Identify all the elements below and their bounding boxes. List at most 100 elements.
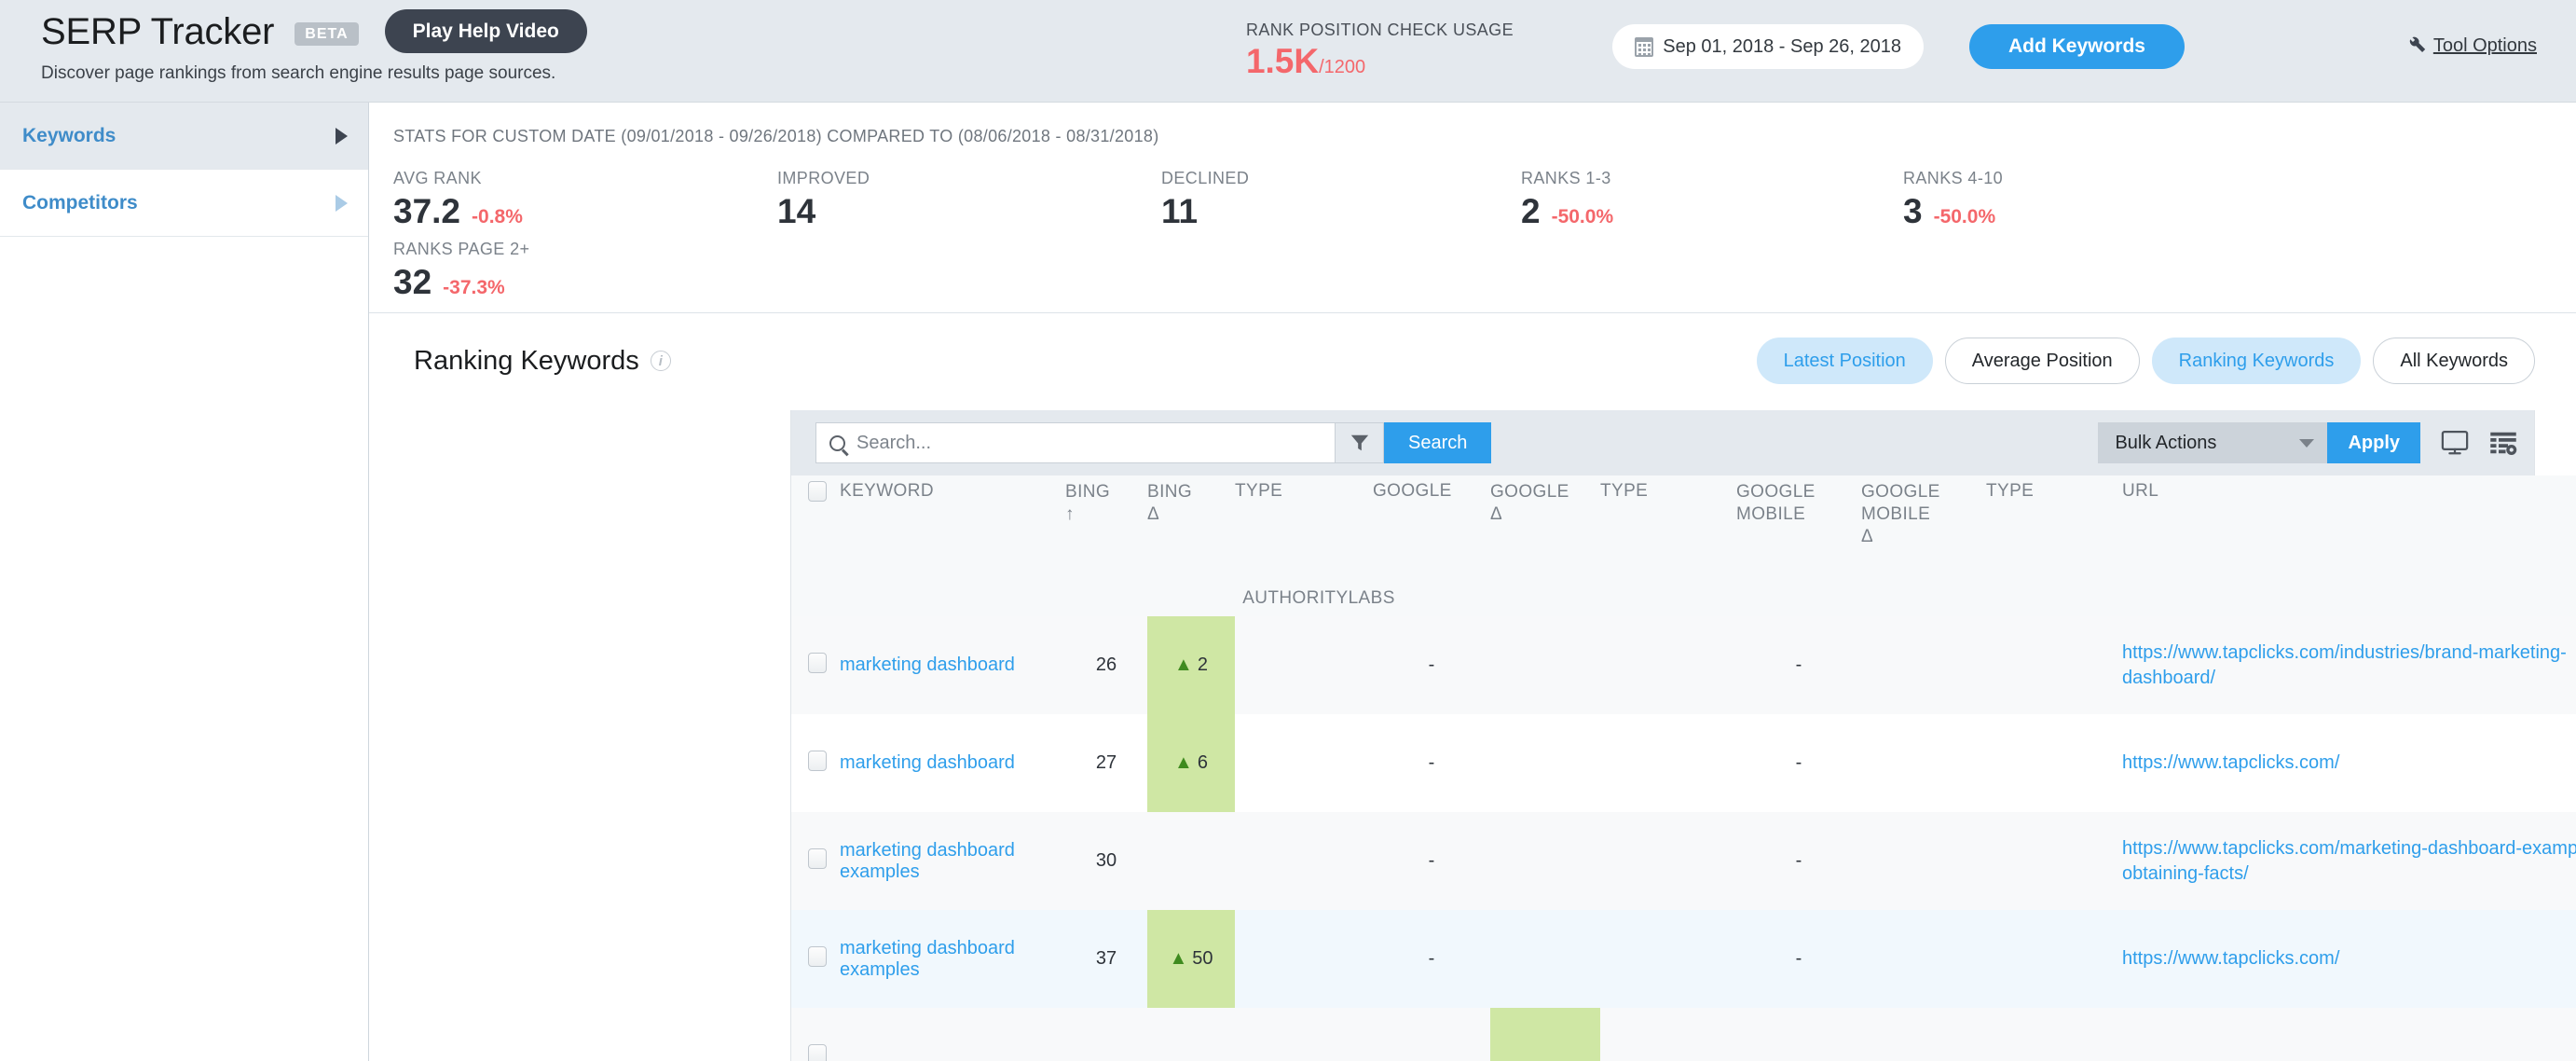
sidebar-item-keywords[interactable]: Keywords bbox=[0, 103, 368, 170]
table-row[interactable]: marketing dashboard examples 30 - - http… bbox=[791, 812, 2576, 910]
table-row[interactable] bbox=[791, 1008, 2576, 1061]
table-body: marketing dashboard 26 ▲ 2 - bbox=[791, 616, 2576, 1061]
keyword-link[interactable]: marketing dashboard examples bbox=[840, 840, 1015, 882]
stat-delta: -37.3% bbox=[443, 277, 505, 299]
bulk-actions-select[interactable]: Bulk Actions bbox=[2098, 422, 2327, 463]
search-box[interactable] bbox=[815, 422, 1336, 463]
delta-symbol: Δ bbox=[1861, 526, 1986, 548]
cell-keyword: marketing dashboard examples bbox=[840, 812, 1065, 910]
col-type-bing[interactable]: TYPE bbox=[1235, 475, 1373, 572]
row-checkbox[interactable] bbox=[808, 946, 827, 967]
col-bing-delta[interactable]: BING Δ bbox=[1147, 475, 1235, 572]
url-link[interactable]: https://www.tapclicks.com/ bbox=[2122, 946, 2339, 971]
date-range-picker[interactable]: Sep 01, 2018 - Sep 26, 2018 bbox=[1612, 24, 1924, 69]
stat-avg-rank: AVG RANK 37.2 -0.8% bbox=[393, 169, 523, 228]
sidebar-item-label: Keywords bbox=[22, 125, 116, 147]
stat-value: 32 bbox=[393, 265, 432, 299]
keywords-table: AUTHORITYLABS KEYWORD BING ↑ bbox=[791, 475, 2576, 1061]
add-keywords-button[interactable]: Add Keywords bbox=[1969, 24, 2185, 69]
stats-strip: STATS FOR CUSTOM DATE (09/01/2018 - 09/2… bbox=[369, 103, 2576, 313]
cell-google-delta bbox=[1490, 812, 1600, 910]
cell-keyword: marketing dashboard examples bbox=[840, 910, 1065, 1008]
cell-type-google-mobile bbox=[1986, 1008, 2122, 1061]
panel-title-group: Ranking Keywords i bbox=[414, 346, 671, 377]
col-gmd-label-2: MOBILE bbox=[1861, 503, 1986, 526]
search-button[interactable]: Search bbox=[1384, 422, 1491, 463]
url-link[interactable]: https://www.tapclicks.com/marketing-dash… bbox=[2122, 836, 2576, 887]
stat-label: RANKS PAGE 2+ bbox=[393, 240, 529, 259]
page-subtitle: Discover page rankings from search engin… bbox=[41, 63, 587, 84]
rank-usage-label: RANK POSITION CHECK USAGE bbox=[1246, 21, 1514, 40]
cell-type-google bbox=[1600, 714, 1736, 812]
funnel-icon bbox=[1350, 433, 1370, 453]
col-google-mobile[interactable]: GOOGLE MOBILE bbox=[1736, 475, 1861, 572]
stat-value: 14 bbox=[777, 194, 815, 228]
stat-ranks-page-2plus: RANKS PAGE 2+ 32 -37.3% bbox=[393, 240, 529, 299]
cell-type-google bbox=[1600, 1008, 1736, 1061]
col-keyword[interactable]: KEYWORD bbox=[840, 475, 1065, 572]
apply-button[interactable]: Apply bbox=[2327, 422, 2420, 463]
col-type-google-mobile[interactable]: TYPE bbox=[1986, 475, 2122, 572]
sidebar-item-competitors[interactable]: Competitors bbox=[0, 170, 368, 237]
keywords-table-card: Search Bulk Actions Apply bbox=[790, 410, 2535, 1061]
cell-google-mobile-delta bbox=[1861, 714, 1986, 812]
filter-button[interactable] bbox=[1336, 422, 1384, 463]
cell-google-delta bbox=[1490, 1008, 1600, 1061]
tool-options-link[interactable]: Tool Options bbox=[2405, 35, 2537, 57]
table-settings-icon[interactable] bbox=[2489, 430, 2517, 456]
row-checkbox[interactable] bbox=[808, 653, 827, 673]
cell-keyword: marketing dashboard bbox=[840, 714, 1065, 812]
delta-up-icon: ▲ bbox=[1174, 752, 1193, 774]
delta-value: 6 bbox=[1198, 752, 1208, 774]
url-link[interactable]: https://www.tapclicks.com/ bbox=[2122, 751, 2339, 776]
table-row[interactable]: marketing dashboard 26 ▲ 2 - bbox=[791, 616, 2576, 714]
col-google-delta[interactable]: GOOGLE Δ bbox=[1490, 475, 1600, 572]
sort-asc-icon: ↑ bbox=[1065, 503, 1147, 526]
col-google-mobile-delta[interactable]: GOOGLE MOBILE Δ bbox=[1861, 475, 1986, 572]
col-type-google[interactable]: TYPE bbox=[1600, 475, 1736, 572]
cell-google-delta bbox=[1490, 714, 1600, 812]
brand-block: SERP Tracker BETA Play Help Video Discov… bbox=[41, 9, 587, 84]
cell-google-delta bbox=[1490, 616, 1600, 714]
search-input[interactable] bbox=[855, 432, 1322, 455]
toggle-all-keywords[interactable]: All Keywords bbox=[2373, 338, 2535, 384]
delta-up-icon: ▲ bbox=[1169, 948, 1187, 970]
row-select-cell bbox=[791, 616, 840, 714]
cell-bing: 26 bbox=[1065, 616, 1147, 714]
keyword-link[interactable]: marketing dashboard bbox=[840, 752, 1015, 773]
table-row[interactable]: marketing dashboard 27 ▲ 6 - bbox=[791, 714, 2576, 812]
url-link[interactable]: https://www.tapclicks.com/industries/bra… bbox=[2122, 641, 2576, 691]
chevron-right-icon bbox=[336, 128, 348, 145]
delta-value: 50 bbox=[1192, 948, 1213, 970]
select-all-checkbox[interactable] bbox=[808, 481, 827, 502]
cell-google-mobile: - bbox=[1736, 714, 1861, 812]
calendar-icon bbox=[1635, 37, 1653, 57]
row-checkbox[interactable] bbox=[808, 751, 827, 771]
monitor-icon[interactable] bbox=[2441, 430, 2469, 456]
toggle-latest-position[interactable]: Latest Position bbox=[1757, 338, 1933, 384]
row-checkbox[interactable] bbox=[808, 1044, 827, 1061]
toggle-ranking-keywords[interactable]: Ranking Keywords bbox=[2152, 338, 2362, 384]
col-bing[interactable]: BING ↑ bbox=[1065, 475, 1147, 572]
col-url[interactable]: URL bbox=[2122, 475, 2576, 572]
cell-bing-delta bbox=[1147, 1008, 1235, 1061]
col-google[interactable]: GOOGLE bbox=[1373, 475, 1490, 572]
panel-title: Ranking Keywords bbox=[414, 346, 639, 377]
stat-delta: -0.8% bbox=[472, 206, 523, 228]
cell-type-google bbox=[1600, 910, 1736, 1008]
stat-value: 3 bbox=[1903, 194, 1923, 228]
delta-symbol: Δ bbox=[1490, 503, 1600, 526]
table-row[interactable]: marketing dashboard examples 37 ▲ 50 - bbox=[791, 910, 2576, 1008]
cell-google-mobile: - bbox=[1736, 812, 1861, 910]
info-icon[interactable]: i bbox=[651, 351, 671, 371]
cell-type-google bbox=[1600, 616, 1736, 714]
play-help-video-button[interactable]: Play Help Video bbox=[385, 9, 587, 53]
toggle-average-position[interactable]: Average Position bbox=[1945, 338, 2140, 384]
cell-url: https://www.tapclicks.com/ bbox=[2122, 714, 2576, 812]
stats-grid: AVG RANK 37.2 -0.8% IMPROVED 14 DECLINED… bbox=[393, 169, 2576, 318]
row-checkbox[interactable] bbox=[808, 848, 827, 869]
keyword-link[interactable]: marketing dashboard bbox=[840, 655, 1015, 675]
delta-badge: ▲ 50 bbox=[1147, 910, 1235, 1008]
keyword-link[interactable]: marketing dashboard examples bbox=[840, 938, 1015, 980]
stat-label: RANKS 1-3 bbox=[1521, 169, 1613, 188]
